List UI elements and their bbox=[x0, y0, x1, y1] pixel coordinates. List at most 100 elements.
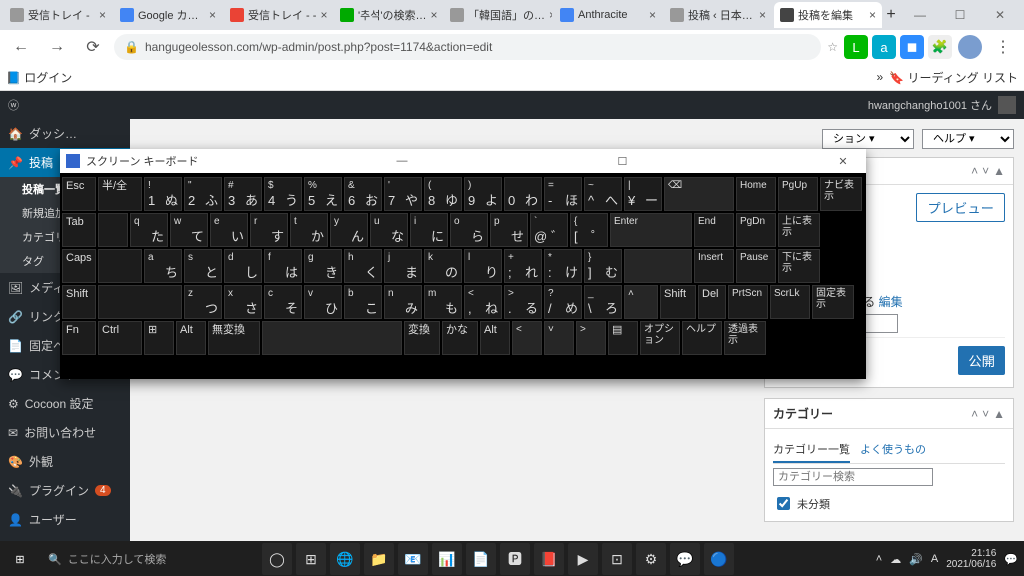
key[interactable]: Tab bbox=[62, 213, 96, 247]
panel-toggle-icon[interactable]: ▲ bbox=[993, 407, 1005, 421]
key[interactable]: Shift bbox=[62, 285, 96, 319]
key[interactable]: wて bbox=[170, 213, 208, 247]
key[interactable]: sと bbox=[184, 249, 222, 283]
key[interactable]: qた bbox=[130, 213, 168, 247]
taskbar-icon[interactable]: 🌐 bbox=[330, 543, 360, 575]
key[interactable]: =-ほ bbox=[544, 177, 582, 211]
cat-tab-all[interactable]: カテゴリー一覧 bbox=[773, 437, 850, 463]
forward-button[interactable]: → bbox=[42, 32, 72, 62]
key[interactable]: ▤ bbox=[608, 321, 638, 355]
key[interactable]: !1ぬ bbox=[144, 177, 182, 211]
ext-icon[interactable]: ◼ bbox=[900, 35, 924, 59]
taskbar-icon[interactable]: 🅿 bbox=[500, 543, 530, 575]
key[interactable]: ScrLk bbox=[770, 285, 810, 319]
star-icon[interactable]: ☆ bbox=[827, 40, 838, 54]
key[interactable]: &6お bbox=[344, 177, 382, 211]
window-min[interactable]: — bbox=[900, 0, 940, 30]
tab[interactable]: 受信トレイ - -× bbox=[224, 2, 332, 28]
key[interactable]: mも bbox=[424, 285, 462, 319]
chevron-up-icon[interactable]: ˄ bbox=[971, 164, 978, 178]
key[interactable]: eい bbox=[210, 213, 248, 247]
key[interactable]: nみ bbox=[384, 285, 422, 319]
profile-avatar[interactable] bbox=[958, 35, 982, 59]
tray-ime[interactable]: A bbox=[931, 553, 938, 565]
key[interactable]: 透過表示 bbox=[724, 321, 766, 355]
bookmark-item[interactable]: 📘 ログイン bbox=[6, 69, 72, 86]
extensions-button[interactable]: 🧩 bbox=[928, 35, 952, 59]
taskbar-icon[interactable]: ⊡ bbox=[602, 543, 632, 575]
key[interactable]: pせ bbox=[490, 213, 528, 247]
help-select[interactable]: ヘルプ ▾ bbox=[922, 129, 1014, 149]
cat-tab-freq[interactable]: よく使うもの bbox=[860, 437, 926, 463]
key[interactable]: )9よ bbox=[464, 177, 502, 211]
key[interactable]: Home bbox=[736, 177, 776, 211]
key[interactable]: fは bbox=[264, 249, 302, 283]
key[interactable]: |¥ー bbox=[624, 177, 662, 211]
key[interactable]: '7や bbox=[384, 177, 422, 211]
key[interactable]: 半/全 bbox=[98, 177, 142, 211]
key[interactable]: rす bbox=[250, 213, 288, 247]
key[interactable]: iに bbox=[410, 213, 448, 247]
window-max[interactable]: ☐ bbox=[940, 0, 980, 30]
key[interactable]: dし bbox=[224, 249, 262, 283]
ext-icon[interactable]: a bbox=[872, 35, 896, 59]
key[interactable]: Alt bbox=[176, 321, 206, 355]
key[interactable]: uな bbox=[370, 213, 408, 247]
key[interactable] bbox=[98, 285, 182, 319]
key[interactable] bbox=[98, 249, 142, 283]
osk-titlebar[interactable]: スクリーン キーボード — ☐ ✕ bbox=[60, 149, 866, 173]
key[interactable]: {[゜ bbox=[570, 213, 608, 247]
reload-button[interactable]: ⟳ bbox=[78, 32, 108, 62]
menu-button[interactable]: ⋮ bbox=[988, 32, 1018, 62]
start-button[interactable]: ⊞ bbox=[0, 541, 40, 576]
key[interactable]: PrtScn bbox=[728, 285, 768, 319]
sidebar-item-plugins[interactable]: 🔌 プラグイン 4 bbox=[0, 476, 130, 505]
key[interactable]: Pause bbox=[736, 249, 776, 283]
sidebar-item-dashboard[interactable]: 🏠 ダッシ… bbox=[0, 119, 130, 148]
back-button[interactable]: ← bbox=[6, 32, 36, 62]
tray-icon[interactable]: ˄ bbox=[876, 553, 882, 565]
key[interactable]: 固定表示 bbox=[812, 285, 854, 319]
chevron-icon[interactable]: » bbox=[877, 70, 884, 84]
key[interactable]: Enter bbox=[610, 213, 692, 247]
key[interactable]: PgDn bbox=[736, 213, 776, 247]
key[interactable]: %5え bbox=[304, 177, 342, 211]
tab[interactable]: '추석'の検索…× bbox=[334, 2, 442, 28]
key[interactable]: ナビ表示 bbox=[820, 177, 862, 211]
window-max[interactable]: ☐ bbox=[605, 149, 639, 173]
key[interactable]: +;れ bbox=[504, 249, 542, 283]
key[interactable]: 下に表示 bbox=[778, 249, 820, 283]
sidebar-item-inquiry[interactable]: ✉ お問い合わせ bbox=[0, 418, 130, 447]
key[interactable]: ヘルプ bbox=[682, 321, 722, 355]
key[interactable]: (8ゆ bbox=[424, 177, 462, 211]
chevron-up-icon[interactable]: ˄ bbox=[971, 407, 978, 421]
tab[interactable]: Anthracite× bbox=[554, 2, 662, 28]
key[interactable]: ~^へ bbox=[584, 177, 622, 211]
close-icon[interactable]: × bbox=[430, 8, 437, 22]
key[interactable]: _\ろ bbox=[584, 285, 622, 319]
close-icon[interactable]: × bbox=[549, 8, 552, 22]
window-min[interactable]: — bbox=[385, 149, 419, 173]
close-icon[interactable]: × bbox=[869, 8, 876, 22]
url-bar[interactable]: 🔒 hangugeolesson.com/wp-admin/post.php?p… bbox=[114, 34, 821, 60]
key[interactable]: 上に表示 bbox=[778, 213, 820, 247]
tab[interactable]: 投稿 ‹ 日本…× bbox=[664, 2, 772, 28]
key[interactable]: ˂ bbox=[512, 321, 542, 355]
key[interactable]: End bbox=[694, 213, 734, 247]
key[interactable]: Ctrl bbox=[98, 321, 142, 355]
key[interactable]: <,ね bbox=[464, 285, 502, 319]
close-icon[interactable]: × bbox=[99, 8, 106, 22]
key[interactable]: Caps bbox=[62, 249, 96, 283]
panel-toggle-icon[interactable]: ▲ bbox=[993, 164, 1005, 178]
key[interactable] bbox=[624, 249, 692, 283]
taskbar-icon[interactable]: 📧 bbox=[398, 543, 428, 575]
key[interactable]: ⊞ bbox=[144, 321, 174, 355]
option-select[interactable]: ション ▾ bbox=[822, 129, 914, 149]
taskbar-icon[interactable]: 💬 bbox=[670, 543, 700, 575]
key[interactable]: hく bbox=[344, 249, 382, 283]
sidebar-item-appearance[interactable]: 🎨 外観 bbox=[0, 447, 130, 476]
key[interactable]: xさ bbox=[224, 285, 262, 319]
taskbar-icon[interactable]: ◯ bbox=[262, 543, 292, 575]
key[interactable]: かな bbox=[442, 321, 478, 355]
key[interactable]: ˃ bbox=[576, 321, 606, 355]
